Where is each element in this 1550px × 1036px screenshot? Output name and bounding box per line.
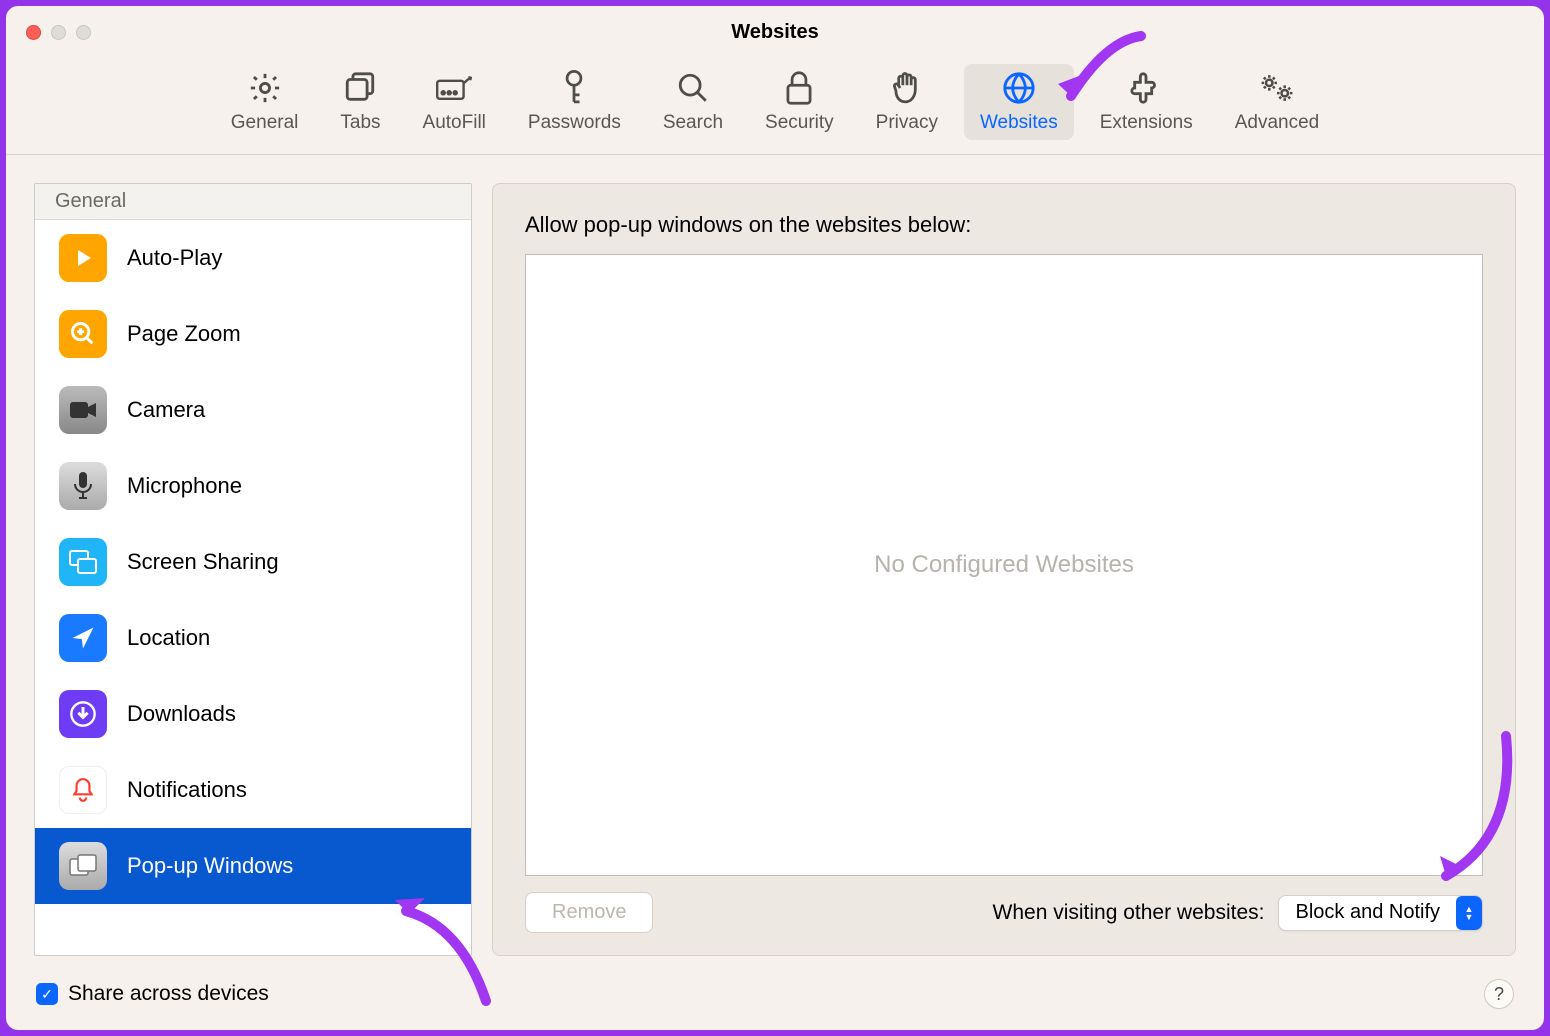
sidebar-item-autoplay[interactable]: Auto-Play — [35, 220, 471, 296]
sidebar-item-label: Camera — [127, 397, 205, 423]
tab-label: Privacy — [876, 112, 938, 134]
footer: ✓ Share across devices ? — [6, 966, 1544, 1030]
chevron-updown-icon: ▲▼ — [1456, 896, 1482, 930]
camera-icon — [59, 386, 107, 434]
tab-passwords[interactable]: Passwords — [512, 64, 637, 140]
tab-advanced[interactable]: Advanced — [1219, 64, 1336, 140]
key-icon — [556, 70, 592, 106]
select-value: Block and Notify — [1295, 901, 1440, 924]
tab-tabs[interactable]: Tabs — [324, 64, 396, 140]
sidebar-item-label: Pop-up Windows — [127, 853, 293, 879]
tab-label: Security — [765, 112, 834, 134]
window-zoom-button[interactable] — [76, 25, 91, 40]
window-minimize-button[interactable] — [51, 25, 66, 40]
tab-extensions[interactable]: Extensions — [1084, 64, 1209, 140]
other-websites-label: When visiting other websites: — [993, 901, 1265, 925]
tab-websites[interactable]: Websites — [964, 64, 1074, 140]
gears-icon — [1259, 70, 1295, 106]
tab-security[interactable]: Security — [749, 64, 850, 140]
sidebar-item-label: Page Zoom — [127, 321, 241, 347]
search-icon — [675, 70, 711, 106]
checkbox-label: Share across devices — [68, 982, 269, 1006]
popup-windows-icon — [59, 842, 107, 890]
tab-label: Search — [663, 112, 723, 134]
sidebar-item-downloads[interactable]: Downloads — [35, 676, 471, 752]
preferences-toolbar: General Tabs AutoFill Passwords Search S… — [6, 58, 1544, 155]
tab-label: Tabs — [340, 112, 380, 134]
hand-icon — [889, 70, 925, 106]
settings-panel: Allow pop-up windows on the websites bel… — [492, 183, 1516, 956]
tab-general[interactable]: General — [215, 64, 315, 140]
play-icon — [59, 234, 107, 282]
tab-label: Passwords — [528, 112, 621, 134]
configured-websites-list[interactable]: No Configured Websites — [525, 254, 1483, 876]
tab-privacy[interactable]: Privacy — [860, 64, 954, 140]
globe-icon — [1001, 70, 1037, 106]
puzzle-icon — [1128, 70, 1164, 106]
tab-label: General — [231, 112, 299, 134]
other-websites-select[interactable]: Block and Notify ▲▼ — [1278, 895, 1483, 931]
sidebar-item-label: Location — [127, 625, 210, 651]
sidebar-section-header: General — [35, 184, 471, 220]
sidebar-item-microphone[interactable]: Microphone — [35, 448, 471, 524]
window-title: Websites — [6, 21, 1544, 44]
microphone-icon — [59, 462, 107, 510]
remove-button[interactable]: Remove — [525, 892, 653, 933]
sidebar-item-camera[interactable]: Camera — [35, 372, 471, 448]
sidebar-item-label: Auto-Play — [127, 245, 222, 271]
zoom-icon — [59, 310, 107, 358]
location-icon — [59, 614, 107, 662]
bell-icon — [59, 766, 107, 814]
panel-title: Allow pop-up windows on the websites bel… — [525, 212, 1483, 238]
lock-icon — [781, 70, 817, 106]
sidebar-item-label: Notifications — [127, 777, 247, 803]
tab-label: Advanced — [1235, 112, 1320, 134]
tab-label: Extensions — [1100, 112, 1193, 134]
gear-icon — [247, 70, 283, 106]
sidebar-item-pagezoom[interactable]: Page Zoom — [35, 296, 471, 372]
window-close-button[interactable] — [26, 25, 41, 40]
websites-sidebar: General Auto-Play Page Zoom Camera Micro… — [34, 183, 472, 956]
tab-label: AutoFill — [423, 112, 486, 134]
content-area: General Auto-Play Page Zoom Camera Micro… — [6, 155, 1544, 966]
sidebar-item-screensharing[interactable]: Screen Sharing — [35, 524, 471, 600]
preferences-window: Websites General Tabs AutoFill Passwords… — [6, 6, 1544, 1030]
sidebar-item-label: Screen Sharing — [127, 549, 279, 575]
sidebar-item-notifications[interactable]: Notifications — [35, 752, 471, 828]
titlebar: Websites — [6, 6, 1544, 58]
checkmark-icon: ✓ — [36, 983, 58, 1005]
share-across-devices-checkbox[interactable]: ✓ Share across devices — [36, 982, 269, 1006]
sidebar-item-location[interactable]: Location — [35, 600, 471, 676]
tabs-icon — [342, 70, 378, 106]
tab-autofill[interactable]: AutoFill — [407, 64, 502, 140]
tab-label: Websites — [980, 112, 1058, 134]
sidebar-item-label: Microphone — [127, 473, 242, 499]
autofill-icon — [436, 70, 472, 106]
sidebar-item-popupwindows[interactable]: Pop-up Windows — [35, 828, 471, 904]
empty-state-text: No Configured Websites — [874, 551, 1134, 579]
sidebar-item-label: Downloads — [127, 701, 236, 727]
download-icon — [59, 690, 107, 738]
help-button[interactable]: ? — [1484, 979, 1514, 1009]
tab-search[interactable]: Search — [647, 64, 739, 140]
screen-sharing-icon — [59, 538, 107, 586]
